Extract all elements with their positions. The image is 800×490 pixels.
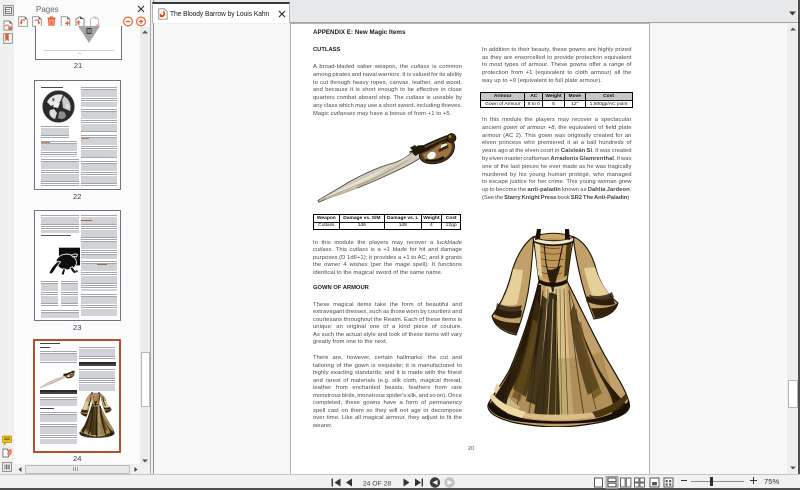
svg-text:24 OF 28: 24 OF 28 [363, 480, 392, 487]
